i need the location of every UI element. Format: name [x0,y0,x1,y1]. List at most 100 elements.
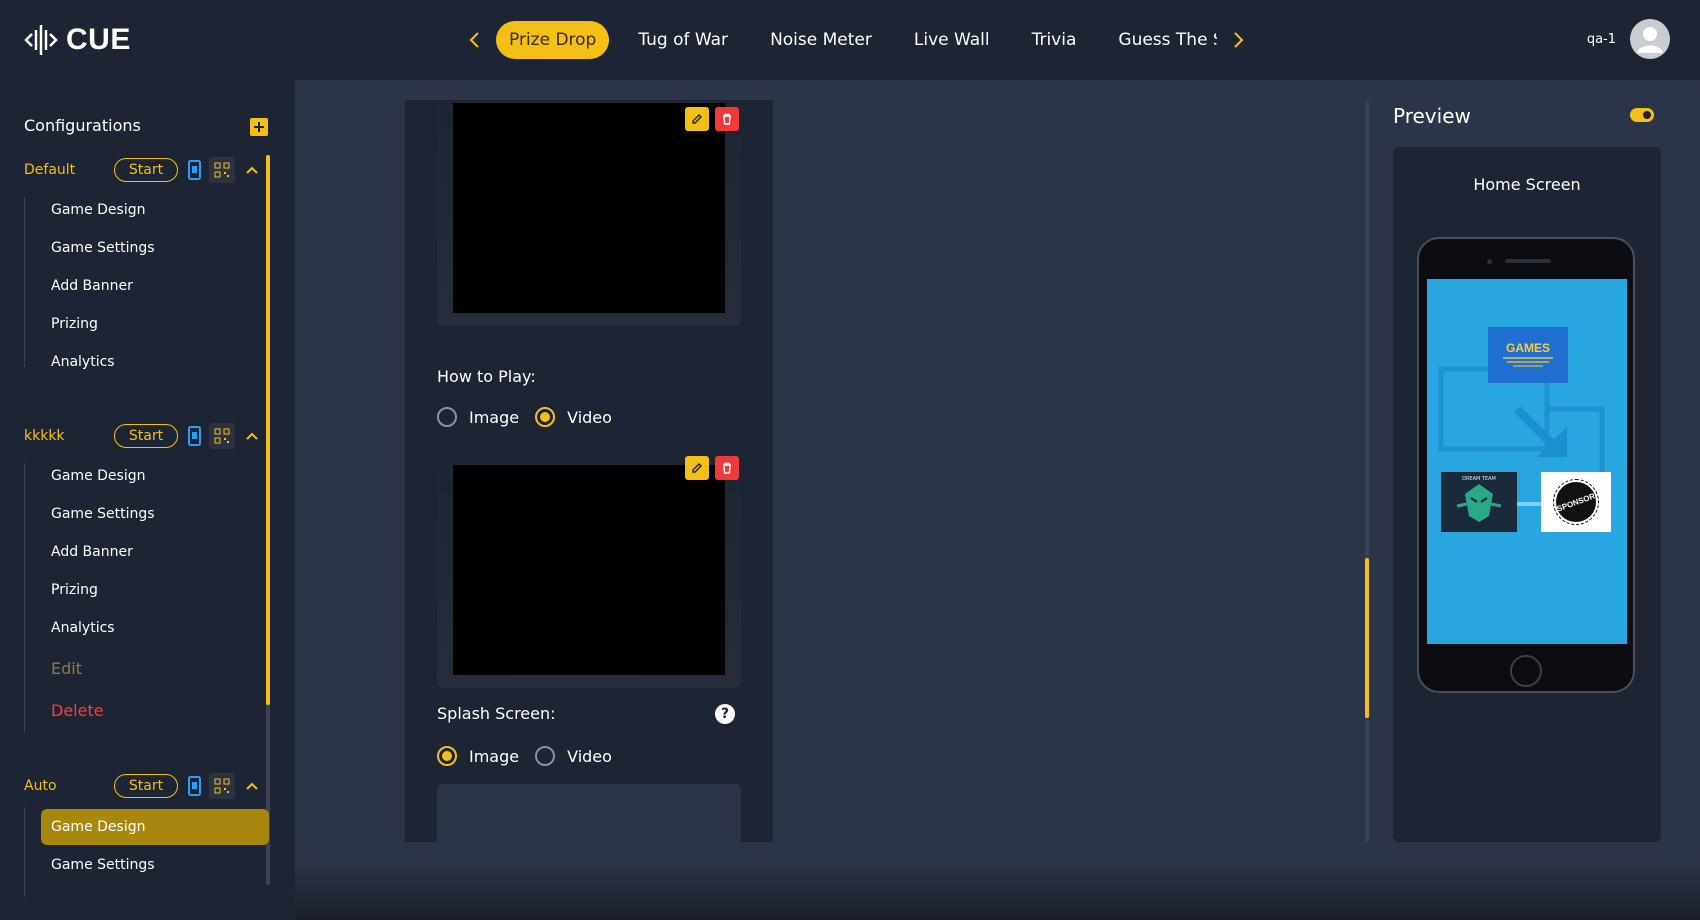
user-menu[interactable]: qa-1 [1587,19,1670,59]
phone-screen: GAMES DREAM TEAM SPONSOR [1427,279,1627,644]
qr-code-button[interactable] [209,773,235,799]
phone-home-button [1510,655,1542,687]
team-logo-text: DREAM TEAM [1462,476,1496,482]
splash-video-radio[interactable] [535,746,556,766]
phone-speaker [1505,259,1551,263]
menu-game-design[interactable]: Game Design [51,468,145,484]
add-configuration-button[interactable] [250,118,268,136]
config-group-default: Default Start [24,157,272,183]
menu-add-banner[interactable]: Add Banner [51,278,133,294]
radio-label-video[interactable]: Video [567,408,612,427]
start-button[interactable]: Start [114,158,178,182]
splash-image-radio[interactable] [437,746,457,766]
preview-title: Preview [1393,104,1471,128]
chevron-right-icon [1234,32,1244,48]
qr-code-button[interactable] [209,423,235,449]
tabs-prev-button[interactable] [460,20,488,60]
tab-tug-of-war[interactable]: Tug of War [625,21,741,59]
how-to-play-options: Image Video [437,407,628,427]
game-tabs: Prize Drop Tug of War Noise Meter Live W… [460,20,1253,60]
media-preview [453,465,725,675]
tab-prize-drop[interactable]: Prize Drop [496,21,610,59]
splash-screen-label: Splash Screen: [437,704,556,723]
edit-media-button[interactable] [685,107,709,131]
qr-code-icon [214,162,230,178]
menu-game-design[interactable]: Game Design [51,202,145,218]
menu-game-settings[interactable]: Game Settings [51,506,155,522]
qr-code-button[interactable] [209,157,235,183]
how-to-play-image-radio[interactable] [437,407,457,427]
delete-media-button[interactable] [715,456,739,480]
sponsor-badge: SPONSOR [1553,479,1599,525]
chevron-up-icon[interactable] [245,163,259,177]
menu-analytics[interactable]: Analytics [51,354,115,370]
user-icon [1637,27,1663,53]
help-icon[interactable]: ? [715,704,735,724]
splash-upload-card[interactable] [437,784,741,842]
menu-game-settings[interactable]: Game Settings [51,240,155,256]
radio-label-image[interactable]: Image [469,408,519,427]
chevron-left-icon [469,32,479,48]
qr-code-icon [214,428,230,444]
media-card-top [437,100,741,326]
games-logo-image: GAMES [1488,327,1568,383]
game-design-panel: How to Play: Image Video Splash Screen: … [405,100,773,842]
tab-noise-meter[interactable]: Noise Meter [757,21,885,59]
content-scrollbar[interactable] [1365,100,1369,842]
menu-game-settings[interactable]: Game Settings [51,857,155,873]
top-bar: CUE Prize Drop Tug of War Noise Meter Li… [0,0,1700,80]
media-preview [453,103,725,313]
edit-media-button[interactable] [685,456,709,480]
mobile-preview-icon[interactable] [188,160,201,180]
sidebar: Configurations Default Start Game Design… [0,80,295,920]
pencil-icon [692,114,702,124]
menu-game-design-active[interactable]: Game Design [41,809,269,845]
mobile-preview-icon[interactable] [188,426,201,446]
tab-guess-the-score[interactable]: Guess The Sc [1105,21,1217,59]
config-group-auto: Auto Start [24,773,272,799]
dragon-logo-icon [1456,484,1502,522]
config-name[interactable]: kkkkk [24,428,114,444]
sponsor-text: SPONSOR [1555,490,1597,514]
chevron-up-icon[interactable] [245,779,259,793]
trash-icon [723,462,731,474]
config-name[interactable]: Auto [24,778,114,794]
tabs-next-button[interactable] [1225,20,1253,60]
games-logo-subtext [1503,357,1553,367]
home-screen-label: Home Screen [1473,175,1581,194]
menu-analytics[interactable]: Analytics [51,620,115,636]
menu-delete[interactable]: Delete [51,701,104,720]
start-button[interactable]: Start [114,774,178,798]
menu-add-banner[interactable]: Add Banner [51,544,133,560]
config-name[interactable]: Default [24,162,114,178]
config-menu-auto: Game Design Game Settings [24,807,269,897]
app-logo[interactable]: CUE [24,20,131,60]
menu-prizing[interactable]: Prizing [51,582,98,598]
menu-prizing[interactable]: Prizing [51,316,98,332]
mobile-preview-icon[interactable] [188,776,201,796]
splash-screen-options: Image Video [437,746,628,766]
radio-label-video[interactable]: Video [567,747,612,766]
preview-toggle[interactable] [1630,108,1654,122]
radio-label-image[interactable]: Image [469,747,519,766]
phone-mockup: GAMES DREAM TEAM SPONSOR [1417,237,1635,693]
games-logo-text: GAMES [1505,341,1550,355]
plus-icon [254,122,264,132]
config-menu-default: Game Design Game Settings Add Banner Pri… [24,197,155,370]
preview-panel: Home Screen GAMES DREAM TEAM SPONSOR [1393,147,1661,842]
menu-edit[interactable]: Edit [51,659,82,678]
phone-camera [1487,259,1492,264]
media-card-how-to-play [437,450,741,688]
cue-logo-icon [24,25,58,55]
delete-media-button[interactable] [715,107,739,131]
tab-live-wall[interactable]: Live Wall [901,21,1003,59]
tab-trivia[interactable]: Trivia [1019,21,1090,59]
how-to-play-video-radio[interactable] [535,407,556,427]
content-scrollbar-thumb[interactable] [1365,558,1369,718]
team-logo-image: DREAM TEAM [1441,472,1517,532]
start-button[interactable]: Start [114,424,178,448]
avatar[interactable] [1630,19,1670,59]
chevron-up-icon[interactable] [245,429,259,443]
sponsor-logo-image: SPONSOR [1541,472,1611,532]
qr-code-icon [214,778,230,794]
